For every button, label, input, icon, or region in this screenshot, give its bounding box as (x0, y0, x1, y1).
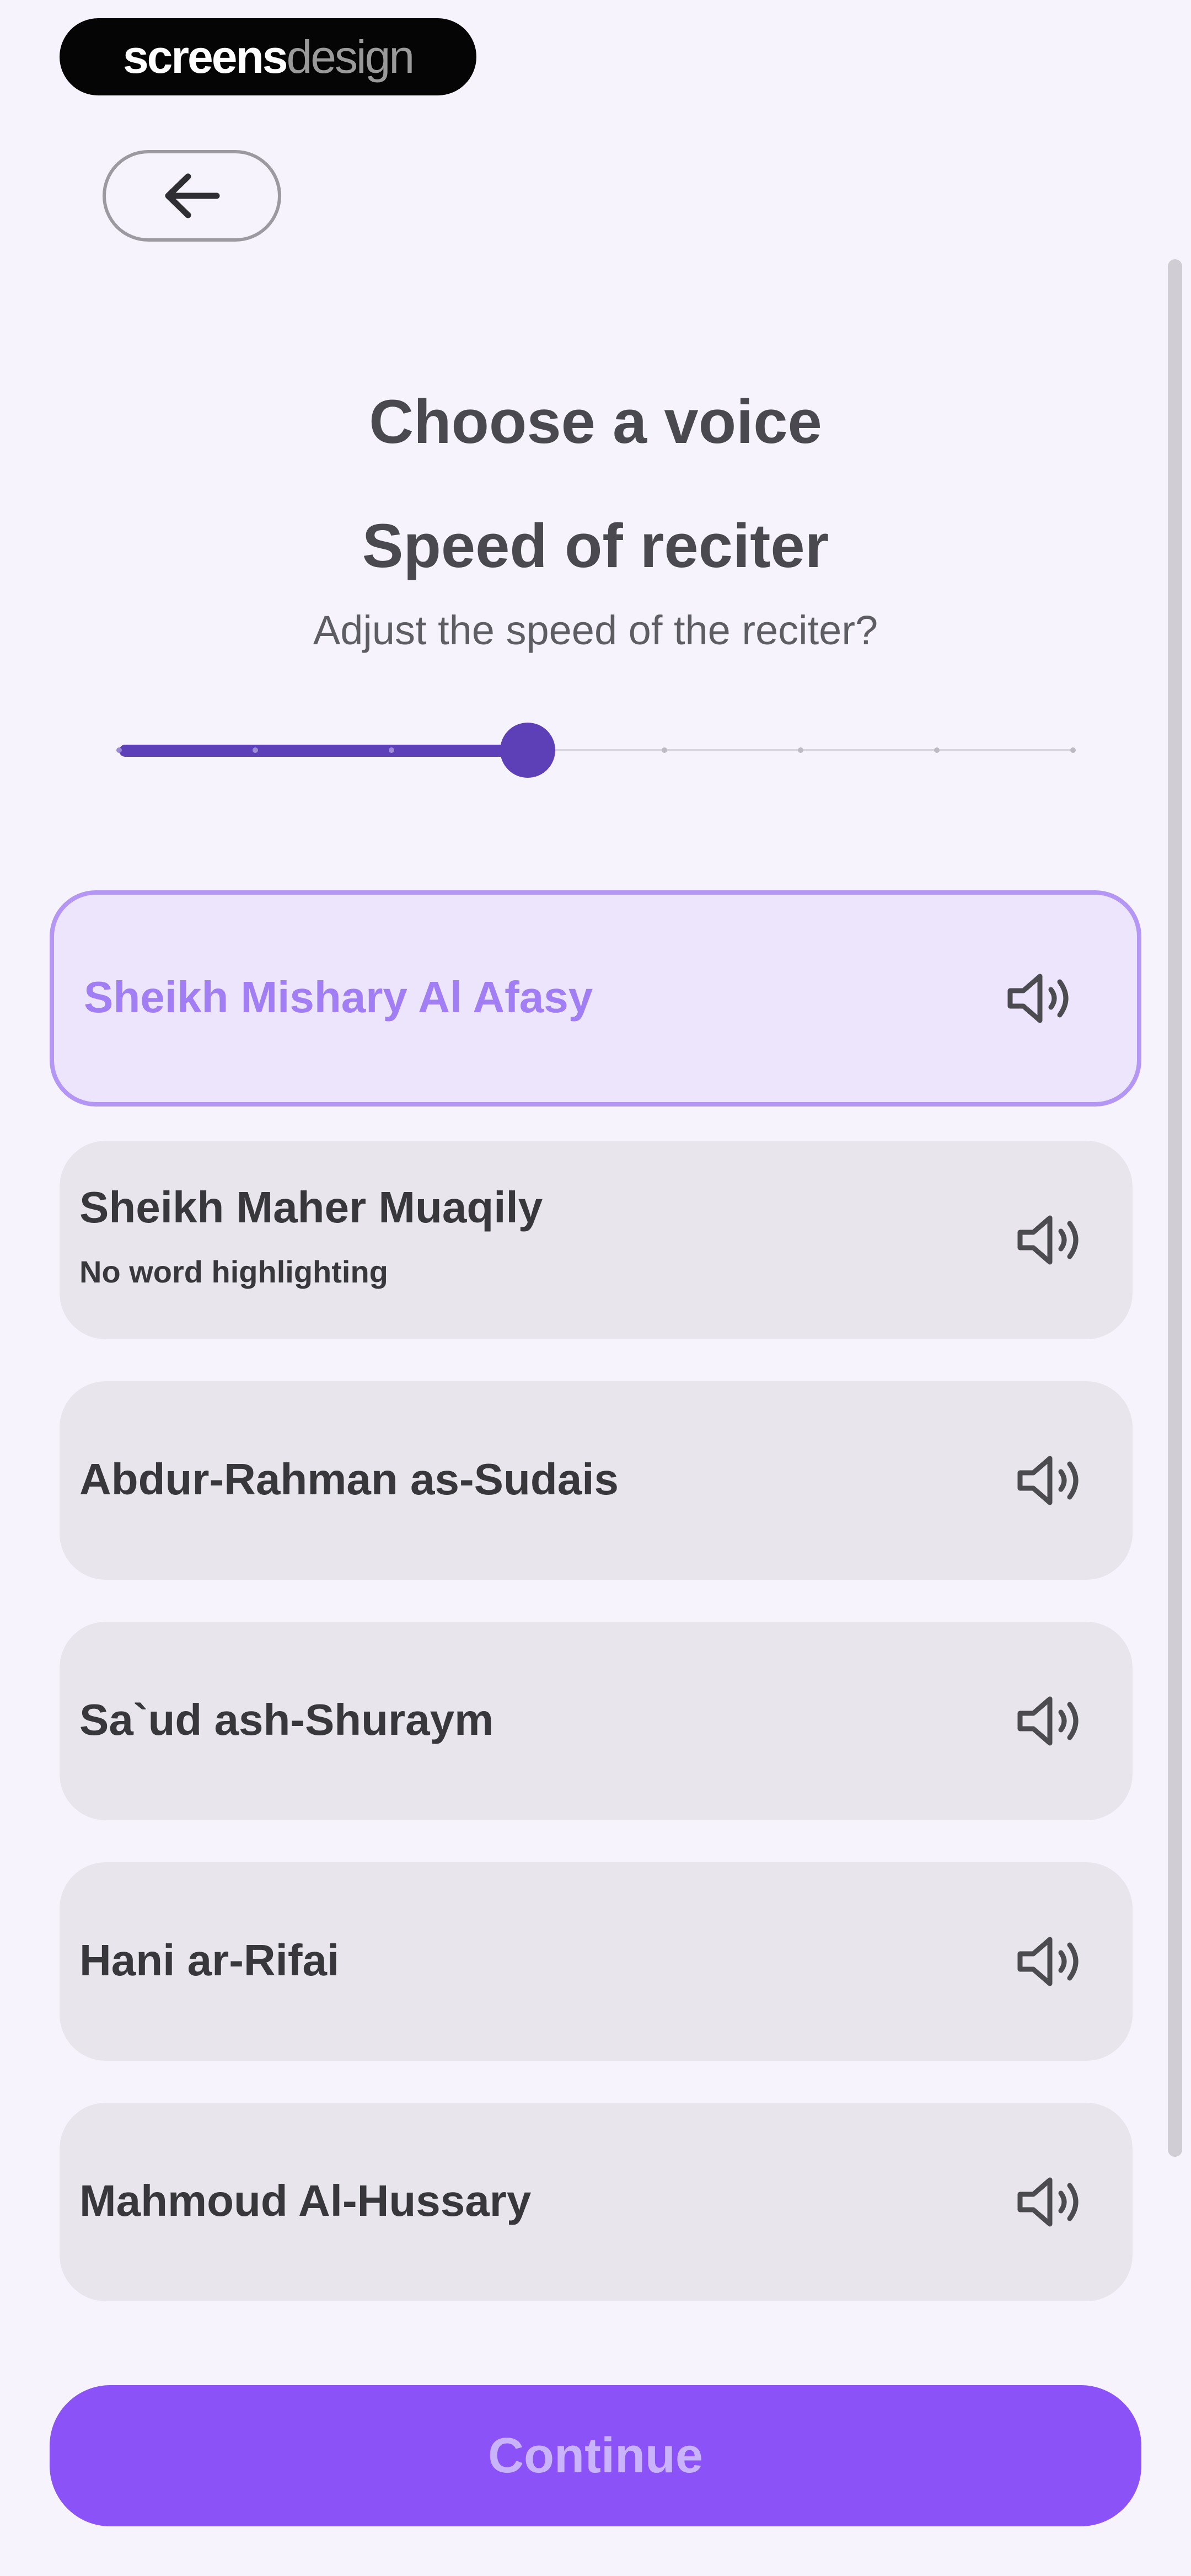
reciter-name: Sa`ud ash-Shuraym (79, 1695, 494, 1744)
reciter-option[interactable]: Abdur-Rahman as-Sudais (60, 1381, 1133, 1580)
page-title: Choose a voice (369, 387, 822, 456)
speaker-icon[interactable] (1005, 971, 1076, 1026)
speaker-icon[interactable] (1015, 1934, 1086, 1989)
speaker-icon[interactable] (1015, 2174, 1086, 2230)
reciter-note: No word highlighting (79, 1254, 388, 1289)
reciter-option[interactable]: Sheikh Mishary Al Afasy (50, 890, 1141, 1107)
speaker-icon[interactable] (1015, 1212, 1086, 1268)
slider-step-5 (797, 747, 803, 753)
back-button[interactable] (103, 150, 281, 242)
reciter-name: Sheikh Maher Muaqily (79, 1183, 543, 1232)
screensdesign-watermark: screens design (60, 18, 476, 95)
reciter-name: Abdur-Rahman as-Sudais (79, 1455, 619, 1504)
reciter-name: Sheikh Mishary Al Afasy (84, 972, 593, 1022)
speaker-icon[interactable] (1015, 1453, 1086, 1508)
slider-step-6 (934, 747, 940, 753)
speed-question: Adjust the speed of the reciter? (313, 607, 878, 653)
arrow-left-icon (165, 173, 220, 218)
reciter-name: Hani ar-Rifai (79, 1936, 340, 1985)
reciter-option[interactable]: Sheikh Maher Muaqily No word highlighting (60, 1141, 1133, 1339)
slider-step-4 (661, 747, 667, 753)
slider-fill (119, 745, 528, 757)
watermark-light-text: design (286, 30, 415, 83)
reciter-option[interactable]: Sa`ud ash-Shuraym (60, 1622, 1133, 1820)
continue-button[interactable]: Continue (50, 2385, 1141, 2526)
speed-slider[interactable] (116, 723, 1076, 778)
watermark-bold-text: screens (122, 30, 288, 83)
slider-step-0 (116, 747, 122, 753)
voice-selection-screen: screens design Choose a voice Speed of re… (0, 0, 1191, 2576)
slider-step-7 (1070, 747, 1076, 753)
speaker-icon[interactable] (1015, 1693, 1086, 1749)
reciter-name: Mahmoud Al-Hussary (79, 2176, 532, 2225)
reciter-option[interactable]: Mahmoud Al-Hussary (60, 2103, 1133, 2301)
reciter-option[interactable]: Hani ar-Rifai (60, 1862, 1133, 2061)
slider-thumb[interactable] (500, 723, 556, 778)
speed-heading: Speed of reciter (362, 511, 829, 580)
